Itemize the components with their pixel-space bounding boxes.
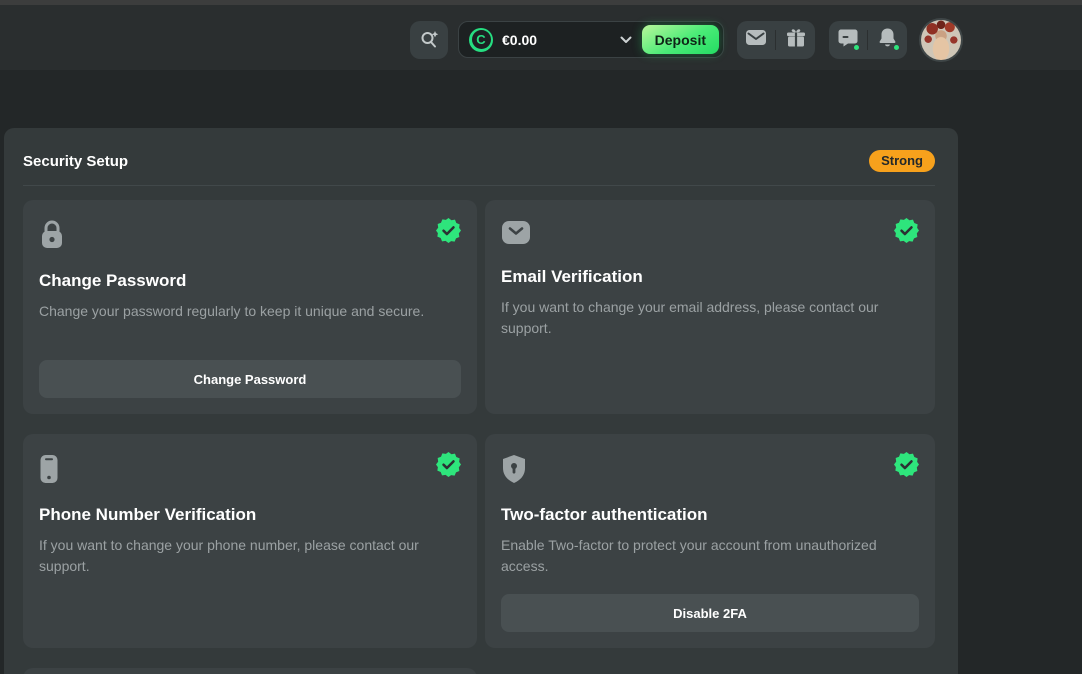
shield-icon (501, 454, 527, 484)
chat-button[interactable] (829, 21, 867, 59)
card-description: Change your password regularly to keep i… (39, 301, 449, 322)
page-title: Security Setup (23, 153, 128, 170)
deposit-button[interactable]: Deposit (642, 25, 719, 54)
security-setup-panel: Security Setup Strong Change Password Ch… (4, 128, 958, 674)
card-description: If you want to change your phone number,… (39, 535, 449, 577)
verified-check-icon (436, 452, 461, 477)
gift-icon (786, 28, 806, 53)
gift-button[interactable] (777, 21, 815, 59)
chevron-down-icon (620, 36, 632, 44)
card-phone-verification: Phone Number Verification If you want to… (23, 434, 477, 648)
strength-status-badge: Strong (869, 150, 935, 172)
coin-icon: C (469, 28, 493, 52)
top-navbar: C €0.00 Deposit (0, 5, 1082, 70)
balance-selector[interactable]: C €0.00 Deposit (458, 21, 724, 58)
lock-icon (39, 220, 65, 250)
card-description: Enable Two-factor to protect your accoun… (501, 535, 911, 577)
change-password-button[interactable]: Change Password (39, 360, 461, 398)
search-icon (418, 28, 440, 53)
card-email-verification: Email Verification If you want to change… (485, 200, 935, 414)
card-title: Email Verification (501, 267, 919, 287)
phone-icon (39, 454, 59, 484)
notifications-button[interactable] (869, 21, 907, 59)
mail-icon (501, 220, 531, 246)
verified-check-icon (894, 218, 919, 243)
security-cards-grid: Change Password Change your password reg… (23, 200, 935, 648)
avatar (921, 20, 961, 60)
verified-check-icon (436, 218, 461, 243)
card-two-factor: Two-factor authentication Enable Two-fac… (485, 434, 935, 648)
mail-button[interactable] (737, 21, 775, 59)
profile-avatar[interactable] (919, 18, 963, 62)
chat-bell-group (829, 21, 907, 59)
card-change-password: Change Password Change your password reg… (23, 200, 477, 414)
search-button[interactable] (410, 21, 448, 59)
card-title: Phone Number Verification (39, 505, 461, 525)
balance-amount: €0.00 (502, 32, 537, 48)
disable-2fa-button[interactable]: Disable 2FA (501, 594, 919, 632)
card-partial-next-row (23, 668, 477, 674)
card-title: Two-factor authentication (501, 505, 919, 525)
verified-check-icon (894, 452, 919, 477)
card-description: If you want to change your email address… (501, 297, 911, 339)
chat-notification-dot (853, 44, 860, 51)
mail-gift-group (737, 21, 815, 59)
mail-icon (745, 29, 767, 51)
bell-notification-dot (893, 44, 900, 51)
card-title: Change Password (39, 271, 461, 291)
coin-symbol: C (472, 30, 491, 49)
divider (23, 185, 935, 186)
